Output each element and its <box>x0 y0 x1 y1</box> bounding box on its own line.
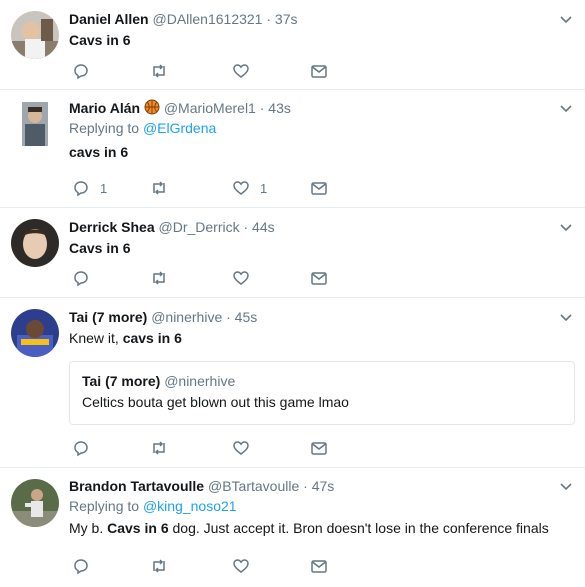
quoted-user-handle: @ninerhive <box>164 373 236 389</box>
like-button[interactable] <box>232 438 250 458</box>
tweet[interactable]: Tai (7 more) @ninerhive · 45s Knew it, c… <box>0 298 585 468</box>
envelope-icon <box>311 182 327 195</box>
quoted-tweet[interactable]: Tai (7 more) @ninerhive Celtics bouta ge… <box>69 361 575 425</box>
timestamp[interactable]: · 47s <box>303 478 334 494</box>
retweet-icon <box>153 559 165 573</box>
envelope-icon <box>311 442 327 455</box>
reply-count: 1 <box>100 180 108 196</box>
user-handle[interactable]: @ninerhive <box>151 309 222 325</box>
replying-to-link[interactable]: @ElGrdena <box>143 120 216 136</box>
direct-message-button[interactable] <box>310 556 328 576</box>
tweet[interactable]: Mario Alán @MarioMerel1 · 43s Replying t… <box>0 90 585 208</box>
avatar[interactable] <box>22 102 48 146</box>
tweet-text: Cavs in 6 <box>69 240 131 256</box>
retweet-button[interactable] <box>150 268 168 288</box>
tweet[interactable]: Brandon Tartavoulle @BTartavoulle · 47s … <box>0 468 585 587</box>
tweet-feed: Daniel Allen @DAllen1612321 · 37s Cavs i… <box>0 0 585 587</box>
avatar[interactable] <box>11 11 59 59</box>
retweet-icon <box>153 441 165 455</box>
reply-button[interactable] <box>72 556 90 576</box>
heart-icon <box>233 181 249 195</box>
retweet-icon <box>153 271 165 285</box>
tweet-text: My b. Cavs in 6 dog. Just accept it. Bro… <box>69 520 549 536</box>
quoted-display-name: Tai (7 more) <box>82 373 161 389</box>
retweet-icon <box>153 181 165 195</box>
direct-message-button[interactable] <box>310 61 328 81</box>
direct-message-button[interactable] <box>310 268 328 288</box>
reply-icon <box>74 64 88 80</box>
like-button[interactable] <box>232 268 250 288</box>
chevron-down-icon[interactable] <box>559 12 573 26</box>
tweet-text: cavs in 6 <box>69 144 129 160</box>
like-button[interactable] <box>232 61 260 81</box>
timestamp[interactable]: · 45s <box>226 309 257 325</box>
envelope-icon <box>311 65 327 78</box>
chevron-down-icon[interactable] <box>559 101 573 115</box>
retweet-button[interactable] <box>150 556 168 576</box>
chevron-down-icon[interactable] <box>559 310 573 324</box>
like-button[interactable]: 1 <box>232 178 267 198</box>
heart-icon <box>233 271 249 285</box>
reply-button[interactable] <box>72 438 90 458</box>
heart-icon <box>233 559 249 573</box>
display-name[interactable]: Tai (7 more) <box>69 309 147 325</box>
reply-icon <box>74 181 88 197</box>
tweet[interactable]: Derrick Shea @Dr_Derrick · 44s Cavs in 6 <box>0 208 585 298</box>
retweet-button[interactable] <box>150 438 168 458</box>
chevron-down-icon[interactable] <box>559 479 573 493</box>
direct-message-button[interactable] <box>310 178 328 198</box>
user-handle[interactable]: @BTartavoulle <box>208 478 299 494</box>
heart-icon <box>233 441 249 455</box>
timestamp[interactable]: · 43s <box>260 100 291 116</box>
tweet-text: Knew it, cavs in 6 <box>69 330 182 346</box>
user-handle[interactable]: @MarioMerel1 <box>164 100 256 116</box>
replying-to: Replying to @king_noso21 <box>69 498 237 514</box>
tweet[interactable]: Daniel Allen @DAllen1612321 · 37s Cavs i… <box>0 0 585 90</box>
display-name[interactable]: Derrick Shea <box>69 219 155 235</box>
display-name[interactable]: Mario Alán <box>69 100 140 116</box>
timestamp[interactable]: · 37s <box>266 11 297 27</box>
reply-icon <box>74 441 88 457</box>
display-name[interactable]: Daniel Allen <box>69 11 149 27</box>
avatar[interactable] <box>11 309 59 357</box>
heart-icon <box>233 64 249 78</box>
envelope-icon <box>311 272 327 285</box>
display-name[interactable]: Brandon Tartavoulle <box>69 478 204 494</box>
avatar[interactable] <box>11 219 59 267</box>
replying-to-link[interactable]: @king_noso21 <box>143 498 237 514</box>
avatar[interactable] <box>11 479 59 527</box>
basketball-icon <box>144 99 160 115</box>
reply-button[interactable] <box>72 268 90 288</box>
envelope-icon <box>311 560 327 573</box>
retweet-icon <box>153 64 165 78</box>
chevron-down-icon[interactable] <box>559 220 573 234</box>
replying-to: Replying to @ElGrdena <box>69 120 217 136</box>
reply-icon <box>74 559 88 575</box>
retweet-button[interactable] <box>150 178 168 198</box>
quoted-tweet-text: Celtics bouta get blown out this game lm… <box>82 394 349 410</box>
tweet-text: Cavs in 6 <box>69 32 131 48</box>
like-button[interactable] <box>232 556 250 576</box>
user-handle[interactable]: @Dr_Derrick <box>159 219 240 235</box>
reply-button[interactable]: 1 <box>72 178 107 198</box>
reply-icon <box>74 271 88 287</box>
direct-message-button[interactable] <box>310 438 328 458</box>
retweet-button[interactable] <box>150 61 168 81</box>
timestamp[interactable]: · 44s <box>244 219 275 235</box>
user-handle[interactable]: @DAllen1612321 <box>153 11 263 27</box>
like-count: 1 <box>260 180 268 196</box>
reply-button[interactable] <box>72 61 100 81</box>
